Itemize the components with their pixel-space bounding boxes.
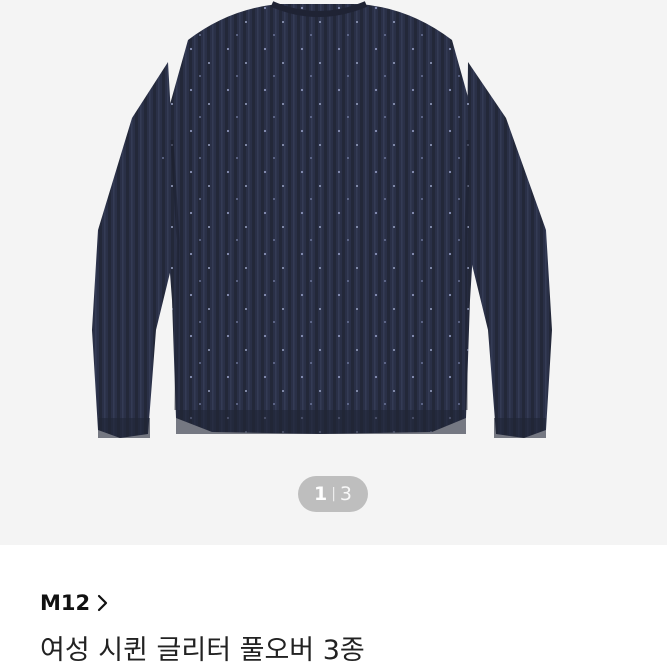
current-page: 1 bbox=[313, 483, 328, 505]
total-pages: 3 bbox=[339, 483, 353, 505]
chevron-right-icon bbox=[98, 594, 108, 612]
brand-link[interactable]: M12 bbox=[40, 588, 110, 618]
page-separator: | bbox=[331, 486, 336, 502]
page-indicator: 1 | 3 bbox=[298, 476, 368, 512]
product-image-gallery[interactable]: 1 | 3 bbox=[0, 0, 667, 545]
knit-sweater-image bbox=[92, 1, 552, 438]
brand-name: M12 bbox=[40, 591, 91, 615]
product-title: 여성 시퀸 글리터 풀오버 3종 bbox=[40, 635, 365, 666]
